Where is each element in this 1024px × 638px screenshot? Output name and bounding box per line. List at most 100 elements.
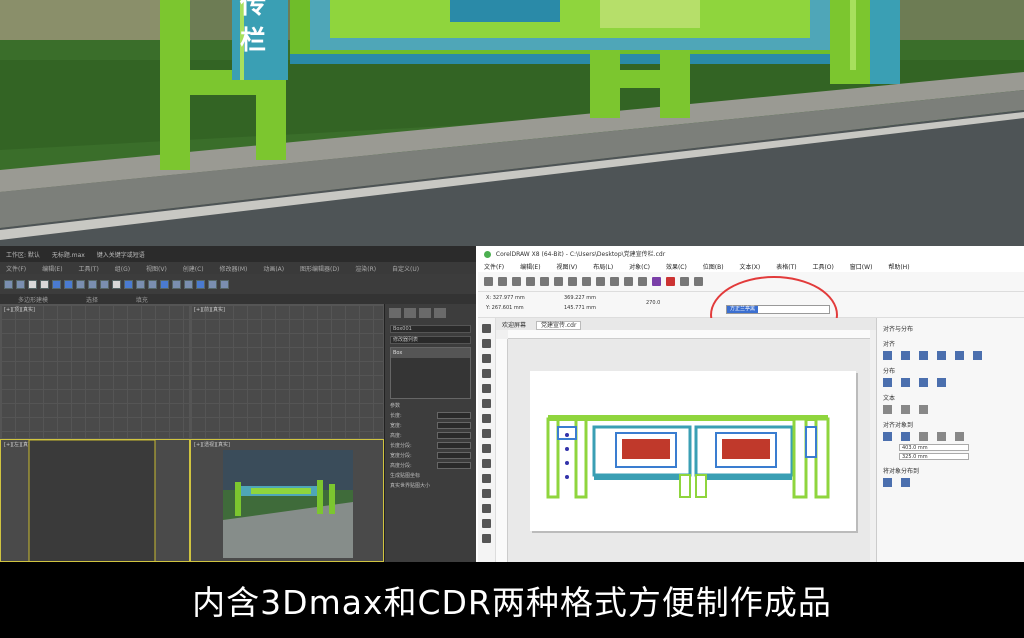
new-icon[interactable] <box>484 277 493 286</box>
ellipse-tool-icon[interactable] <box>482 429 491 438</box>
length-spinner[interactable] <box>437 412 471 419</box>
print-icon[interactable] <box>526 277 535 286</box>
align-left-icon[interactable] <box>883 351 892 360</box>
artistic-media-icon[interactable] <box>482 399 491 408</box>
tab-document[interactable]: 党建宣传.cdr <box>535 321 582 330</box>
cdr-menu-view[interactable]: 视图(V) <box>556 264 577 271</box>
distribute-left-icon[interactable] <box>883 378 892 387</box>
viewport-front[interactable]: [+][前][真实] <box>190 304 384 439</box>
page-edge-icon[interactable] <box>919 432 928 441</box>
align-center-h-icon[interactable] <box>901 351 910 360</box>
pos-y[interactable]: Y: 267.601 mm <box>486 305 524 311</box>
pos-x[interactable]: X: 327.977 mm <box>486 295 525 301</box>
menu-graph-editors[interactable]: 图形编辑器(D) <box>300 266 339 273</box>
angle-snap-icon[interactable] <box>124 279 133 289</box>
create-tab-icon[interactable] <box>389 308 401 318</box>
ribbon-tab-populate[interactable]: 填充 <box>136 297 148 304</box>
menu-group[interactable]: 组(G) <box>115 266 130 273</box>
render-setup-icon[interactable] <box>196 279 205 289</box>
cdr-menu-object[interactable]: 对象(C) <box>629 264 650 271</box>
curve-editor-icon[interactable] <box>172 279 181 289</box>
menu-create[interactable]: 创建(C) <box>183 266 204 273</box>
distribute-selection-icon[interactable] <box>883 478 892 487</box>
distribute-center-icon[interactable] <box>901 378 910 387</box>
connector-tool-icon[interactable] <box>482 474 491 483</box>
cdr-canvas[interactable] <box>508 339 870 562</box>
rotation-angle[interactable]: 270.0 <box>646 300 660 306</box>
distribute-right-icon[interactable] <box>919 378 928 387</box>
select-icon[interactable] <box>52 279 61 289</box>
distribute-spacing-icon[interactable] <box>937 378 946 387</box>
cdr-menu-tools[interactable]: 工具(O) <box>812 264 833 271</box>
modifier-stack[interactable]: Box <box>390 347 471 399</box>
menu-edit[interactable]: 编辑(E) <box>42 266 62 273</box>
cdr-menu-effects[interactable]: 效果(C) <box>666 264 687 271</box>
crop-tool-icon[interactable] <box>482 354 491 363</box>
hierarchy-tab-icon[interactable] <box>419 308 431 318</box>
workspace-label[interactable]: 工作区: 默认 <box>6 252 40 259</box>
mirror-icon[interactable] <box>136 279 145 289</box>
cdr-menu-layout[interactable]: 布局(L) <box>593 264 613 271</box>
save-icon[interactable] <box>512 277 521 286</box>
size-w[interactable]: 369.227 mm <box>564 295 596 301</box>
move-icon[interactable] <box>76 279 85 289</box>
fill-tool-icon[interactable] <box>482 534 491 543</box>
render-frame-icon[interactable] <box>208 279 217 289</box>
object-name-field[interactable]: Box001 <box>390 325 471 333</box>
menu-customize[interactable]: 自定义(U) <box>392 266 419 273</box>
cdr-menu-help[interactable]: 帮助(H) <box>888 264 909 271</box>
modify-tab-icon[interactable] <box>404 308 416 318</box>
selection-icon[interactable] <box>901 432 910 441</box>
rectangle-tool-icon[interactable] <box>482 414 491 423</box>
render-icon[interactable] <box>220 279 229 289</box>
import-icon[interactable] <box>624 277 633 286</box>
freehand-tool-icon[interactable] <box>482 384 491 393</box>
distribute-page-icon[interactable] <box>901 478 910 487</box>
eyedropper-tool-icon[interactable] <box>482 519 491 528</box>
rotate-icon[interactable] <box>88 279 97 289</box>
parameters-rollout[interactable]: 参数 <box>390 402 471 409</box>
motion-tab-icon[interactable] <box>434 308 446 318</box>
cut-icon[interactable] <box>540 277 549 286</box>
viewport-top-label[interactable]: [+][顶][真实] <box>4 306 35 313</box>
redo-icon[interactable] <box>596 277 605 286</box>
cdr-menu-table[interactable]: 表格(T) <box>776 264 796 271</box>
specified-x-field[interactable]: 403.0 mm <box>899 444 969 451</box>
stack-item-box[interactable]: Box <box>391 348 470 358</box>
viewport-top[interactable]: [+][顶][真实] <box>0 304 190 439</box>
specified-y-field[interactable]: 325.0 mm <box>899 453 969 460</box>
active-object-icon[interactable] <box>883 432 892 441</box>
cdr-menu-file[interactable]: 文件(F) <box>484 264 504 271</box>
cdr-page[interactable] <box>530 371 856 531</box>
check-real-world[interactable]: 真实世界贴图大小 <box>390 482 471 489</box>
length-segs-spinner[interactable] <box>437 442 471 449</box>
height-spinner[interactable] <box>437 432 471 439</box>
height-segs-spinner[interactable] <box>437 462 471 469</box>
viewport-left[interactable]: [+][左][真实] <box>0 439 190 562</box>
text-tool-icon[interactable] <box>482 459 491 468</box>
open-icon[interactable] <box>498 277 507 286</box>
ribbon-tab-modeling[interactable]: 多边形建模 <box>18 297 48 304</box>
viewport-front-label[interactable]: [+][前][真实] <box>194 306 225 313</box>
check-gen-mapping[interactable]: 生成贴图坐标 <box>390 472 471 479</box>
width-segs-spinner[interactable] <box>437 452 471 459</box>
text-first-line-icon[interactable] <box>883 405 892 414</box>
text-last-line-icon[interactable] <box>901 405 910 414</box>
align-center-v-icon[interactable] <box>955 351 964 360</box>
link-icon[interactable] <box>28 279 37 289</box>
snap-to-icon[interactable] <box>680 277 689 286</box>
cdr-menu-bitmaps[interactable]: 位图(B) <box>703 264 724 271</box>
layer-icon[interactable] <box>160 279 169 289</box>
material-editor-icon[interactable] <box>184 279 193 289</box>
modifier-list-dropdown[interactable]: 修改器列表 <box>390 336 471 344</box>
search-icon[interactable] <box>610 277 619 286</box>
size-h[interactable]: 145.771 mm <box>564 305 596 311</box>
snap-icon[interactable] <box>112 279 121 289</box>
publish-pdf-icon[interactable] <box>652 277 661 286</box>
polygon-tool-icon[interactable] <box>482 444 491 453</box>
menu-file[interactable]: 文件(F) <box>6 266 26 273</box>
unlink-icon[interactable] <box>40 279 49 289</box>
redo-icon[interactable] <box>16 279 25 289</box>
zoom-tool-icon[interactable] <box>482 369 491 378</box>
pick-tool-icon[interactable] <box>482 324 491 333</box>
